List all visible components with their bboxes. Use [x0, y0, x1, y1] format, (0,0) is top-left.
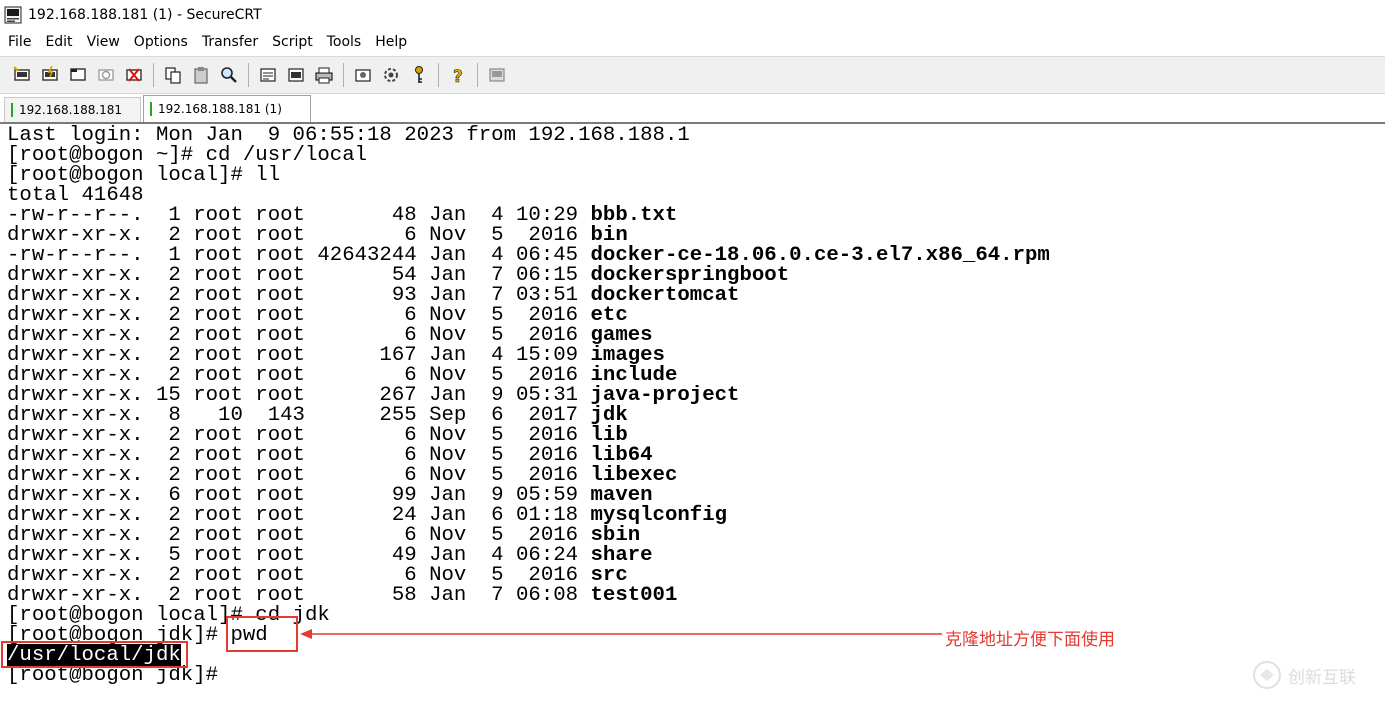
annotation-arrow [300, 629, 942, 639]
watermark-logo-icon [1253, 661, 1281, 689]
watermark-text: 创新互联 [1288, 667, 1356, 688]
watermark: 创新互联 [1252, 660, 1356, 690]
annotation-text: 克隆地址方便下面使用 [945, 630, 1115, 650]
